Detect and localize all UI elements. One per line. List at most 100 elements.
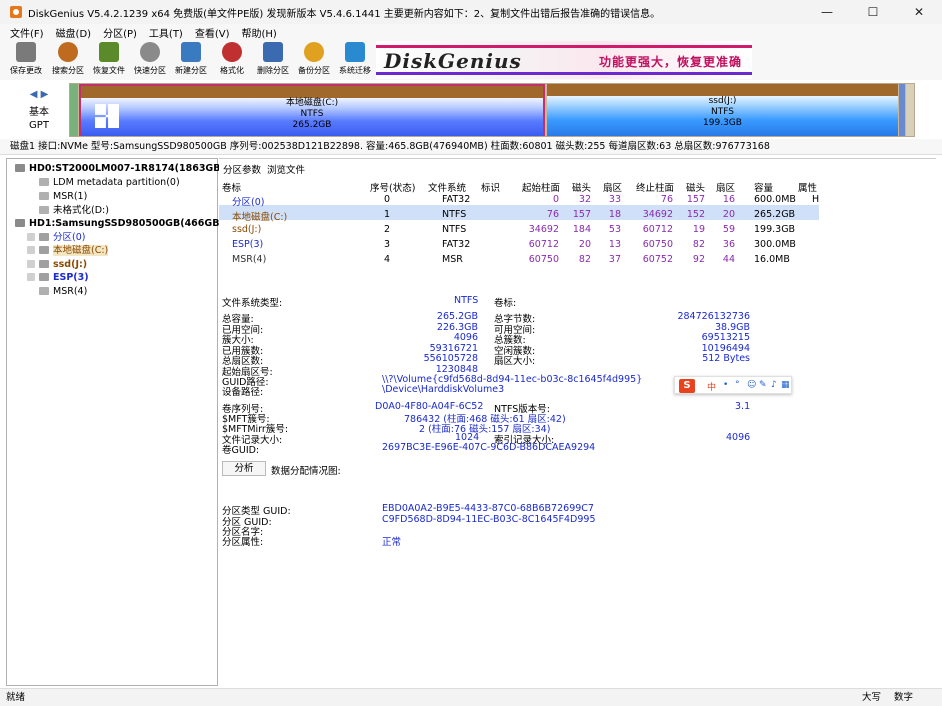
table-cell: 20 <box>578 239 591 250</box>
ime-emoji-icon[interactable]: ☺ <box>747 380 756 390</box>
disk-tree[interactable]: HD0:ST2000LM007-1R8174(1863GB) LDM metad… <box>6 158 225 686</box>
table-header[interactable]: 属性 <box>798 180 817 194</box>
status-text: 就绪 <box>6 692 26 703</box>
tree-item-msr1[interactable]: MSR(1) <box>39 190 87 203</box>
format-button[interactable]: 格式化 <box>212 42 252 78</box>
save-changes-button[interactable]: 保存更改 <box>6 42 46 78</box>
table-header[interactable]: 卷标 <box>222 180 241 194</box>
partition-icon <box>39 192 49 200</box>
minimize-button[interactable]: — <box>804 0 850 24</box>
table-cell: FAT32 <box>442 239 471 250</box>
menu-file[interactable]: 文件(F) <box>0 25 50 40</box>
partition-icon <box>39 287 49 295</box>
tree-item-esp[interactable]: ESP(3) <box>27 271 89 284</box>
disk-segment-c[interactable]: 本地磁盘(C:) NTFS 265.2GB <box>79 84 545 136</box>
disk-nav-arrows[interactable]: ◀ ▶ <box>24 89 54 100</box>
tree-item-partition0[interactable]: 分区(0) <box>27 231 85 244</box>
table-header[interactable]: 终止柱面 <box>636 180 674 194</box>
table-cell: 53 <box>608 224 621 235</box>
table-cell: 59 <box>722 224 735 235</box>
disk-segment-esp[interactable] <box>899 84 905 136</box>
table-header[interactable]: 扇区 <box>603 180 622 194</box>
ime-voice-icon[interactable]: ♪ <box>771 380 777 390</box>
tree-item-msr4[interactable]: MSR(4) <box>39 285 87 298</box>
table-header[interactable]: 序号(状态) <box>370 180 415 194</box>
ime-toolbar[interactable]: S 中 • ° ☺ ✎ ♪ ▦ <box>674 376 792 394</box>
status-bar: 就绪 大写 数字 <box>0 688 942 706</box>
segment-j-name: ssd(J:) <box>708 96 737 106</box>
ime-fullwidth-icon[interactable]: ° <box>735 380 740 390</box>
quick-partition-button[interactable]: 快速分区 <box>130 42 170 78</box>
disk-info-bar: 磁盘1 接口:NVMe 型号:SamsungSSD980500GB 序列号:00… <box>0 139 942 155</box>
table-header[interactable]: 起始柱面 <box>522 180 560 194</box>
segment-c-size: 265.2GB <box>292 120 332 130</box>
migrate-icon <box>345 42 365 62</box>
disk-segment-small[interactable] <box>70 84 78 136</box>
table-header[interactable]: 标识 <box>481 180 500 194</box>
tree-disk-hd0[interactable]: HD0:ST2000LM007-1R8174(1863GB) <box>15 162 225 175</box>
disk-segment-j[interactable]: ssd(J:) NTFS 199.3GB <box>547 84 898 136</box>
ime-chinese-mode[interactable]: 中 <box>707 380 716 393</box>
detail-label: 起始扇区号: <box>222 366 273 378</box>
maximize-button[interactable]: ☐ <box>850 0 896 24</box>
backup-partition-button[interactable]: 备份分区 <box>294 42 334 78</box>
disk-icon <box>140 42 160 62</box>
table-cell: 4 <box>384 254 391 265</box>
table-cell: 16 <box>722 194 735 205</box>
table-cell: 3 <box>384 239 391 250</box>
recover-files-button[interactable]: 恢复文件 <box>89 42 129 78</box>
magnifier-icon <box>58 42 78 62</box>
menu-partition[interactable]: 分区(P) <box>97 25 143 40</box>
new-partition-button[interactable]: 新建分区 <box>171 42 211 78</box>
banner-stripe <box>376 45 752 48</box>
tab-partition-params[interactable]: 分区参数 <box>223 162 261 176</box>
table-header[interactable]: 容量 <box>754 180 773 194</box>
fs-type-value: NTFS <box>454 295 479 306</box>
table-row-label[interactable]: 本地磁盘(C:) <box>232 209 287 223</box>
table-row-label[interactable]: MSR(4) <box>232 254 266 265</box>
menu-help[interactable]: 帮助(H) <box>236 25 283 40</box>
tree-item-ldm[interactable]: LDM metadata partition(0) <box>39 176 180 189</box>
menu-disk[interactable]: 磁盘(D) <box>50 25 98 40</box>
ime-toolbox-icon[interactable]: ▦ <box>781 380 790 390</box>
title-bar: DiskGenius V5.4.2.1239 x64 免费版(单文件PE版) 发… <box>0 0 942 24</box>
table-cell: 300.0MB <box>754 239 796 250</box>
search-partition-button[interactable]: 搜索分区 <box>48 42 88 78</box>
ime-punctuation-icon[interactable]: • <box>723 380 728 390</box>
detail-label: 扇区大小: <box>494 356 536 367</box>
table-cell: 199.3GB <box>754 224 796 235</box>
table-row-label[interactable]: ESP(3) <box>232 239 263 250</box>
table-header[interactable]: 文件系统 <box>428 180 466 194</box>
detail-value: 284726132736 <box>677 311 750 322</box>
table-header[interactable]: 磁头 <box>572 180 591 194</box>
ime-pen-icon[interactable]: ✎ <box>759 380 767 390</box>
disk-segment-msr[interactable] <box>906 84 914 136</box>
delete-partition-button[interactable]: 删除分区 <box>253 42 293 78</box>
ntfs-version-value: 3.1 <box>735 401 751 412</box>
table-cell: 265.2GB <box>754 209 796 220</box>
tree-item-c[interactable]: 本地磁盘(C:) <box>27 244 109 257</box>
close-button[interactable]: ✕ <box>896 0 942 24</box>
table-cell: 157 <box>686 194 705 205</box>
table-row-label[interactable]: ssd(J:) <box>232 224 261 235</box>
disk-type-basic: 基本 <box>29 107 49 118</box>
menu-view[interactable]: 查看(V) <box>189 25 236 40</box>
analyze-button[interactable]: 分析 <box>222 461 266 476</box>
menu-tools[interactable]: 工具(T) <box>143 25 189 40</box>
table-header[interactable]: 扇区 <box>716 180 735 194</box>
tab-browse-files[interactable]: 浏览文件 <box>267 162 305 176</box>
tree-item-j[interactable]: ssd(J:) <box>27 258 87 271</box>
tree-disk-hd1[interactable]: HD1:SamsungSSD980500GB(466GB) <box>15 217 224 230</box>
table-header[interactable]: 磁头 <box>686 180 705 194</box>
segment-j-fs: NTFS <box>711 107 734 117</box>
backup-icon <box>304 42 324 62</box>
table-row-label[interactable]: 分区(0) <box>232 194 264 208</box>
table-cell: 60750 <box>642 239 673 250</box>
system-migration-button[interactable]: 系统迁移 <box>335 42 375 78</box>
detail-value: 265.2GB <box>436 311 478 322</box>
tree-item-unformatted[interactable]: 未格式化(D:) <box>39 204 109 217</box>
table-cell: 600.0MB <box>754 194 796 205</box>
ad-banner[interactable]: DiskGenius 功能更强大，恢复更准确 <box>376 41 752 79</box>
detail-value: 4096 <box>453 332 478 343</box>
save-icon <box>16 42 36 62</box>
